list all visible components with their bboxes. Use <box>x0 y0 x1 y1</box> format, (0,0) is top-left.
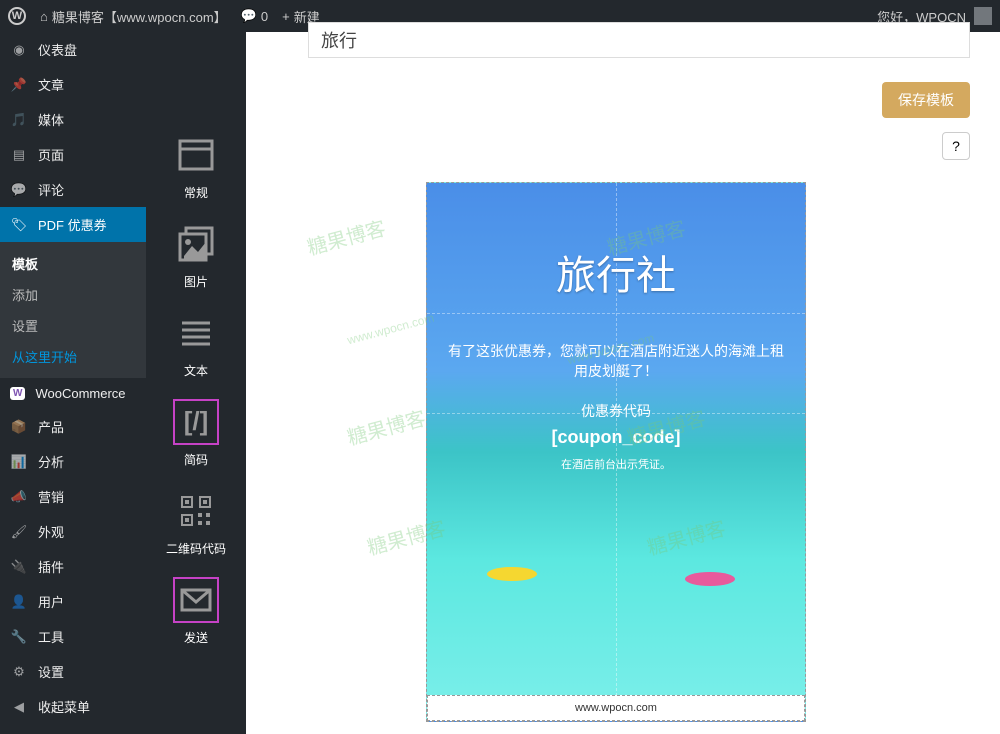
settings-icon: ⚙ <box>10 663 28 681</box>
menu-label: 插件 <box>38 557 64 576</box>
menu-settings[interactable]: ⚙ 设置 <box>0 654 146 689</box>
image-icon <box>173 221 219 267</box>
menu-comments[interactable]: 💬 评论 <box>0 172 146 207</box>
menu-label: 文章 <box>38 75 64 94</box>
pin-icon: 📌 <box>10 76 28 94</box>
site-link[interactable]: ⌂ 糖果博客【www.wpocn.com】 <box>40 7 227 26</box>
wp-logo-link[interactable]: W <box>8 7 26 25</box>
menu-label: 页面 <box>38 145 64 164</box>
wordpress-icon: W <box>8 7 26 25</box>
menu-pdf-coupon[interactable]: 🏷 PDF 优惠券 <box>0 207 146 242</box>
watermark: 糖果博客 <box>344 402 429 451</box>
submenu-start[interactable]: 从这里开始 <box>0 341 146 372</box>
canvas-description[interactable]: 有了这张优惠券，您就可以在酒店附近迷人的海滩上租用皮划艇了！ <box>447 341 785 381</box>
qrcode-icon <box>173 488 219 534</box>
menu-posts[interactable]: 📌 文章 <box>0 67 146 102</box>
menu-appearance[interactable]: 🖌 外观 <box>0 514 146 549</box>
tool-image[interactable]: 图片 <box>173 221 219 290</box>
menu-label: 收起菜单 <box>38 697 90 716</box>
envelope-icon <box>173 577 219 623</box>
tool-general[interactable]: 常规 <box>173 132 219 201</box>
menu-tools[interactable]: 🔧 工具 <box>0 619 146 654</box>
submenu-settings[interactable]: 设置 <box>0 310 146 341</box>
canvas-note[interactable]: 在酒店前台出示凭证。 <box>447 456 785 472</box>
kayak-illustration <box>487 567 537 581</box>
menu-products[interactable]: 📦 产品 <box>0 409 146 444</box>
avatar <box>974 7 992 25</box>
canvas-footer[interactable]: www.wpocn.com <box>427 695 805 721</box>
canvas-code-label[interactable]: 优惠券代码 <box>447 401 785 421</box>
menu-users[interactable]: 👤 用户 <box>0 584 146 619</box>
submenu-add[interactable]: 添加 <box>0 279 146 310</box>
tool-shortcode[interactable]: [/] 简码 <box>173 399 219 468</box>
comments-link[interactable]: 💬0 <box>241 8 268 24</box>
admin-sidebar: ◉ 仪表盘 📌 文章 🎵 媒体 ▤ 页面 💬 评论 🏷 PDF 优惠券 模板 添加 设置 从… <box>0 32 146 734</box>
plus-icon: + <box>282 9 290 24</box>
canvas-title[interactable]: 旅行社 <box>447 243 785 301</box>
kayak-illustration <box>685 572 735 586</box>
dashboard-icon: ◉ <box>10 41 28 59</box>
menu-label: 工具 <box>38 627 64 646</box>
canvas-code[interactable]: [coupon_code] <box>447 427 785 448</box>
appearance-icon: 🖌 <box>10 523 28 541</box>
watermark: 糖果博客 <box>304 212 389 261</box>
coupon-icon: 🏷 <box>10 216 28 234</box>
menu-label: PDF 优惠券 <box>38 215 107 234</box>
home-icon: ⌂ <box>40 9 48 24</box>
menu-pages[interactable]: ▤ 页面 <box>0 137 146 172</box>
tool-label: 图片 <box>184 273 208 290</box>
site-title: 糖果博客【www.wpocn.com】 <box>52 7 227 26</box>
submenu-templates[interactable]: 模板 <box>0 248 146 279</box>
comment-icon: 💬 <box>241 8 257 24</box>
menu-dashboard[interactable]: ◉ 仪表盘 <box>0 32 146 67</box>
tool-icon: 🔧 <box>10 628 28 646</box>
menu-woocommerce[interactable]: W WooCommerce <box>0 378 146 409</box>
menu-marketing[interactable]: 📣 营销 <box>0 479 146 514</box>
editor-toolbar: 常规 图片 文本 [/] 简码 二维码代码 发送 <box>146 32 246 734</box>
woo-icon: W <box>10 387 25 400</box>
menu-label: 用户 <box>38 592 64 611</box>
tool-label: 文本 <box>184 362 208 379</box>
watermark-url: www.wpocn.com <box>346 311 436 348</box>
text-icon <box>173 310 219 356</box>
menu-label: 评论 <box>38 180 64 199</box>
menu-label: 媒体 <box>38 110 64 129</box>
help-button[interactable]: ? <box>942 132 970 160</box>
menu-label: 营销 <box>38 487 64 506</box>
tool-label: 二维码代码 <box>166 540 226 557</box>
tool-label: 常规 <box>184 184 208 201</box>
tool-text[interactable]: 文本 <box>173 310 219 379</box>
save-button[interactable]: 保存模板 <box>882 82 970 118</box>
collapse-icon: ◀ <box>10 698 28 716</box>
submenu: 模板 添加 设置 从这里开始 <box>0 242 146 378</box>
menu-label: 外观 <box>38 522 64 541</box>
menu-label: 分析 <box>38 452 64 471</box>
comment-icon: 💬 <box>10 181 28 199</box>
menu-analytics[interactable]: 📊 分析 <box>0 444 146 479</box>
menu-label: WooCommerce <box>35 386 125 401</box>
tool-label: 简码 <box>184 451 208 468</box>
plugin-icon: 🔌 <box>10 558 28 576</box>
media-icon: 🎵 <box>10 111 28 129</box>
tool-qrcode[interactable]: 二维码代码 <box>166 488 226 557</box>
menu-collapse[interactable]: ◀ 收起菜单 <box>0 689 146 724</box>
product-icon: 📦 <box>10 418 28 436</box>
menu-label: 产品 <box>38 417 64 436</box>
menu-label: 仪表盘 <box>38 40 77 59</box>
menu-plugins[interactable]: 🔌 插件 <box>0 549 146 584</box>
analytics-icon: 📊 <box>10 453 28 471</box>
tool-label: 发送 <box>184 629 208 646</box>
pdf-canvas[interactable]: 旅行社 有了这张优惠券，您就可以在酒店附近迷人的海滩上租用皮划艇了！ 优惠券代码… <box>426 182 806 722</box>
tool-send[interactable]: 发送 <box>173 577 219 646</box>
shortcode-icon: [/] <box>173 399 219 445</box>
layout-icon <box>173 132 219 178</box>
menu-label: 设置 <box>38 662 64 681</box>
svg-text:[/]: [/] <box>184 406 209 436</box>
comments-count: 0 <box>261 9 268 24</box>
user-icon: 👤 <box>10 593 28 611</box>
marketing-icon: 📣 <box>10 488 28 506</box>
page-icon: ▤ <box>10 146 28 164</box>
menu-media[interactable]: 🎵 媒体 <box>0 102 146 137</box>
